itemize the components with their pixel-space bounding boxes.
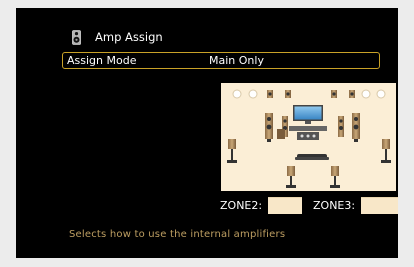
zone2-indicator bbox=[268, 197, 302, 214]
speaker-layout-diagram bbox=[221, 83, 396, 191]
title-row: Amp Assign bbox=[72, 28, 163, 46]
assign-mode-label: Assign Mode bbox=[67, 54, 137, 67]
assign-mode-value: Main Only bbox=[209, 54, 264, 67]
sofa-icon bbox=[295, 154, 329, 160]
page-title: Amp Assign bbox=[95, 30, 163, 44]
zone2-label: ZONE2: bbox=[220, 199, 263, 212]
zone3-indicator bbox=[361, 197, 398, 214]
help-description: Selects how to use the internal amplifie… bbox=[69, 229, 286, 240]
assign-mode-row[interactable]: Assign Mode Main Only bbox=[62, 52, 380, 69]
zone3-label: ZONE3: bbox=[313, 199, 356, 212]
speaker-icon bbox=[72, 29, 81, 45]
setup-screen: Amp Assign Assign Mode Main Only ZONE2: … bbox=[16, 8, 398, 258]
